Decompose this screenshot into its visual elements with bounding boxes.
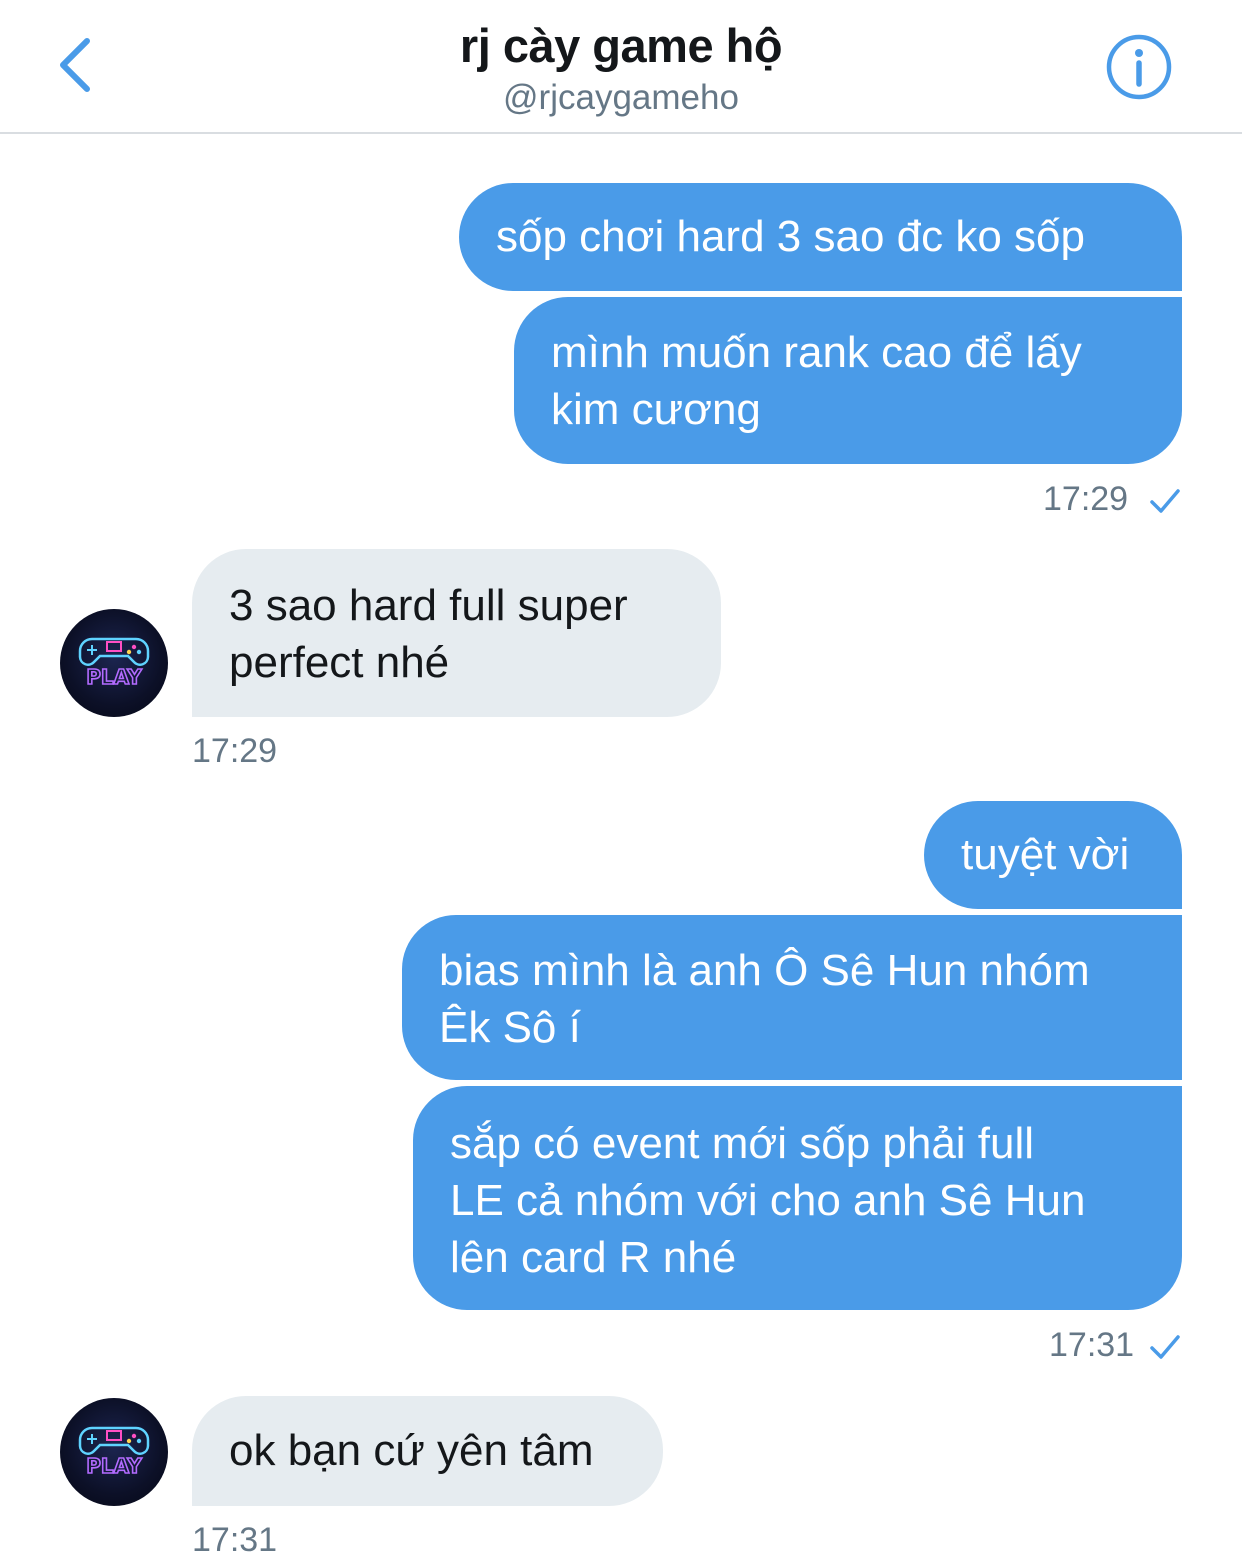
- message-bubble-outgoing[interactable]: mình muốn rank cao để lấy kim cương: [514, 297, 1182, 464]
- info-icon: [1106, 34, 1172, 100]
- message-bubble-outgoing[interactable]: bias mình là anh Ô Sê Hun nhóm Êk Sô í: [402, 915, 1182, 1080]
- conversation-header: rj cày game hộ @rjcaygameho: [0, 0, 1242, 134]
- message-timestamp: 17:31: [192, 1521, 278, 1559]
- message-bubble-outgoing[interactable]: sốp chơi hard 3 sao đc ko sốp: [459, 183, 1182, 291]
- avatar-label: PLAY: [86, 665, 142, 689]
- message-bubble-outgoing[interactable]: sắp có event mới sốp phải full LE cả nhó…: [413, 1086, 1182, 1310]
- message-timestamp: 17:29: [1043, 480, 1129, 518]
- conversation-title[interactable]: rj cày game hộ: [0, 18, 1242, 73]
- message-timestamp: 17:29: [192, 732, 278, 770]
- info-button[interactable]: [1104, 32, 1174, 102]
- message-bubble-incoming[interactable]: ok bạn cứ yên tâm: [192, 1396, 663, 1506]
- gamepad-icon: [78, 637, 150, 666]
- avatar[interactable]: PLAY: [60, 1398, 168, 1506]
- message-timestamp: 17:31: [1049, 1326, 1135, 1364]
- avatar[interactable]: PLAY: [60, 609, 168, 717]
- avatar-label: PLAY: [86, 1454, 142, 1478]
- message-bubble-incoming[interactable]: 3 sao hard full super perfect nhé: [192, 549, 721, 717]
- conversation-handle[interactable]: @rjcaygameho: [0, 78, 1242, 118]
- read-check-icon: [1150, 1335, 1180, 1359]
- read-check-icon: [1150, 489, 1180, 513]
- message-bubble-outgoing[interactable]: tuyệt vời: [924, 801, 1182, 909]
- gamepad-icon: [78, 1426, 150, 1455]
